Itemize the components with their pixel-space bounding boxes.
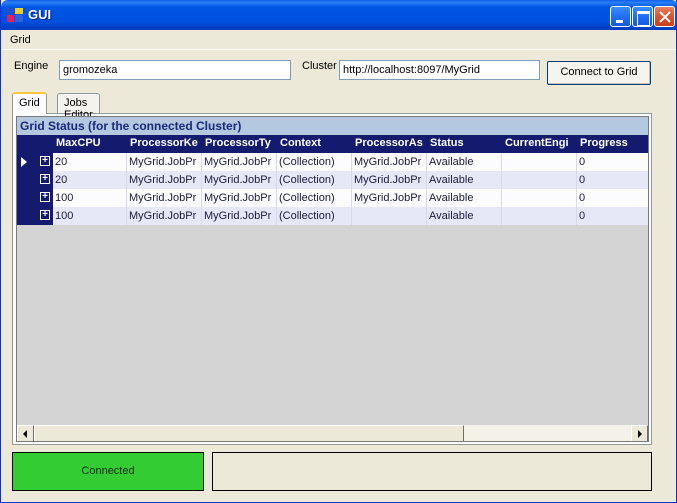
window-title: GUI	[28, 7, 52, 22]
app-icon	[7, 8, 23, 22]
engine-label: Engine	[14, 60, 49, 72]
connection-status-indicator: Connected	[12, 452, 204, 491]
table-cell[interactable]: 0	[577, 207, 648, 225]
row-header-column: + + + +	[17, 153, 53, 225]
column-header[interactable]: ProcessorKe	[127, 135, 202, 153]
expand-row-icon[interactable]: +	[40, 192, 50, 202]
engine-input[interactable]: gromozeka	[59, 60, 291, 80]
table-cell[interactable]: 100	[53, 189, 127, 207]
grid-caption: Grid Status (for the connected Cluster)	[17, 117, 648, 135]
app-window: GUI Grid Engine gromozeka Cluster http:/…	[0, 0, 677, 503]
table-cell[interactable]: (Collection)	[277, 171, 352, 189]
horizontal-scrollbar[interactable]	[17, 425, 648, 441]
table-row[interactable]: 100 MyGrid.JobPr MyGrid.JobPr (Collection) M…	[53, 189, 648, 207]
table-cell[interactable]: MyGrid.JobPr	[352, 171, 427, 189]
table-cell[interactable]	[502, 207, 577, 225]
table-cell[interactable]: MyGrid.JobPr	[202, 189, 277, 207]
column-header[interactable]: Context	[277, 135, 352, 153]
scroll-left-button[interactable]	[17, 425, 34, 441]
scroll-right-button[interactable]	[631, 425, 648, 441]
table-cell[interactable]	[352, 207, 427, 225]
current-row-indicator-icon	[21, 157, 27, 167]
table-row[interactable]: 100 MyGrid.JobPr MyGrid.JobPr (Collection) A…	[53, 207, 648, 225]
tab-grid-label: Grid	[19, 97, 40, 109]
data-grid[interactable]: Grid Status (for the connected Cluster) …	[16, 116, 649, 442]
table-cell[interactable]: Available	[427, 207, 502, 225]
table-cell[interactable]	[502, 153, 577, 171]
minimize-button[interactable]	[610, 6, 631, 27]
table-cell[interactable]: MyGrid.JobPr	[352, 153, 427, 171]
table-cell[interactable]: Available	[427, 171, 502, 189]
table-cell[interactable]: MyGrid.JobPr	[352, 189, 427, 207]
column-header[interactable]: CurrentEngi	[502, 135, 577, 153]
grid-area: MaxCPU ProcessorKe ProcessorTy Context P…	[17, 135, 648, 425]
column-header[interactable]: Status	[427, 135, 502, 153]
close-button[interactable]	[654, 6, 675, 27]
table-cell[interactable]	[502, 189, 577, 207]
table-cell[interactable]: 0	[577, 189, 648, 207]
tab-grid[interactable]: Grid	[12, 92, 47, 114]
table-cell[interactable]: 100	[53, 207, 127, 225]
table-cell[interactable]: Available	[427, 153, 502, 171]
column-header[interactable]: MaxCPU	[53, 135, 127, 153]
expand-row-icon[interactable]: +	[40, 156, 50, 166]
connect-to-grid-button[interactable]: Connect to Grid	[547, 61, 651, 85]
table-cell[interactable]: MyGrid.JobPr	[127, 171, 202, 189]
table-cell[interactable]: Available	[427, 189, 502, 207]
cluster-input[interactable]: http://localhost:8097/MyGrid	[339, 60, 540, 80]
table-cell[interactable]: (Collection)	[277, 207, 352, 225]
table-cell[interactable]: MyGrid.JobPr	[127, 153, 202, 171]
cluster-label: Cluster	[302, 60, 337, 72]
table-cell[interactable]: 20	[53, 153, 127, 171]
table-cell[interactable]: (Collection)	[277, 189, 352, 207]
table-cell[interactable]	[502, 171, 577, 189]
scrollbar-thumb[interactable]	[34, 425, 464, 441]
column-header-row: MaxCPU ProcessorKe ProcessorTy Context P…	[17, 135, 648, 153]
table-cell[interactable]: MyGrid.JobPr	[202, 207, 277, 225]
menu-grid[interactable]: Grid	[10, 34, 31, 46]
menu-bar: Grid	[2, 30, 676, 50]
table-cell[interactable]: 0	[577, 153, 648, 171]
expand-row-icon[interactable]: +	[40, 210, 50, 220]
status-message-panel	[212, 452, 652, 491]
table-cell[interactable]: MyGrid.JobPr	[127, 207, 202, 225]
column-header[interactable]: ProcessorTy	[202, 135, 277, 153]
column-header[interactable]: Progress	[577, 135, 648, 153]
table-cell[interactable]: MyGrid.JobPr	[202, 171, 277, 189]
title-bar[interactable]: GUI	[1, 0, 677, 30]
table-cell[interactable]: 0	[577, 171, 648, 189]
table-row[interactable]: 20 MyGrid.JobPr MyGrid.JobPr (Collection) My…	[53, 171, 648, 189]
table-cell[interactable]: MyGrid.JobPr	[127, 189, 202, 207]
table-cell[interactable]: (Collection)	[277, 153, 352, 171]
maximize-button[interactable]	[632, 6, 653, 27]
table-cell[interactable]: MyGrid.JobPr	[202, 153, 277, 171]
tab-jobs-editor[interactable]: Jobs Editor	[57, 93, 100, 121]
expand-row-icon[interactable]: +	[40, 174, 50, 184]
table-row[interactable]: 20 MyGrid.JobPr MyGrid.JobPr (Collection) My…	[53, 153, 648, 171]
column-header[interactable]: ProcessorAs	[352, 135, 427, 153]
table-cell[interactable]: 20	[53, 171, 127, 189]
